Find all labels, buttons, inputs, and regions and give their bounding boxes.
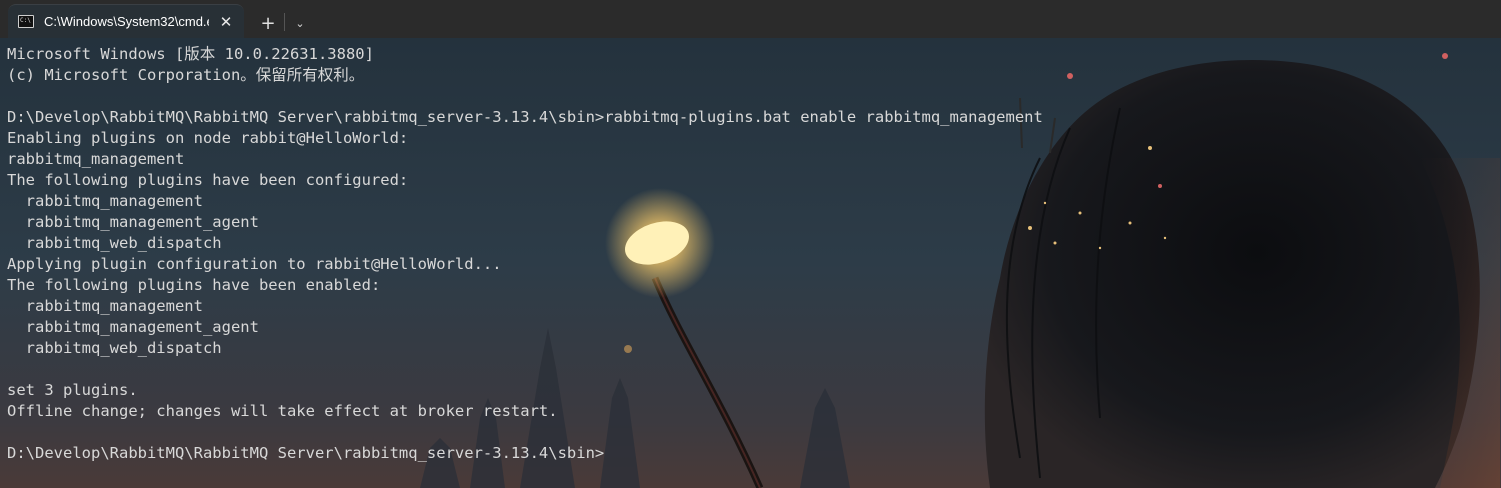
tab-title: C:\Windows\System32\cmd.e xyxy=(44,14,209,29)
terminal-line: The following plugins have been enabled: xyxy=(7,276,381,294)
cmd-icon xyxy=(18,15,34,28)
chevron-down-icon[interactable]: ⌄ xyxy=(289,8,311,38)
terminal-line: Offline change; changes will take effect… xyxy=(7,402,558,420)
terminal-line: set 3 plugins. xyxy=(7,381,138,399)
terminal-line: rabbitmq_web_dispatch xyxy=(7,234,222,252)
terminal-line: (c) Microsoft Corporation。保留所有权利。 xyxy=(7,66,365,84)
new-tab-button[interactable]: + xyxy=(256,8,280,38)
terminal-line: rabbitmq_management xyxy=(7,192,203,210)
terminal-line: Applying plugin configuration to rabbit@… xyxy=(7,255,502,273)
terminal-output[interactable]: Microsoft Windows [版本 10.0.22631.3880] (c… xyxy=(7,44,1043,464)
terminal-line: Microsoft Windows [版本 10.0.22631.3880] xyxy=(7,45,374,63)
terminal-line: rabbitmq_management_agent xyxy=(7,318,259,336)
terminal-line: rabbitmq_management xyxy=(7,297,203,315)
terminal-line: D:\Develop\RabbitMQ\RabbitMQ Server\rabb… xyxy=(7,108,1043,126)
terminal-line: Enabling plugins on node rabbit@HelloWor… xyxy=(7,129,409,147)
tab-divider xyxy=(284,13,285,31)
terminal-line: The following plugins have been configur… xyxy=(7,171,409,189)
terminal-line: rabbitmq_web_dispatch xyxy=(7,339,222,357)
terminal-line: D:\Develop\RabbitMQ\RabbitMQ Server\rabb… xyxy=(7,444,605,462)
terminal-line: rabbitmq_management xyxy=(7,150,185,168)
tab-bar: C:\Windows\System32\cmd.e ✕ + ⌄ xyxy=(0,0,1501,38)
terminal-line: rabbitmq_management_agent xyxy=(7,213,259,231)
close-icon[interactable]: ✕ xyxy=(215,11,237,33)
terminal-window: C:\Windows\System32\cmd.e ✕ + ⌄ xyxy=(0,0,1501,488)
tab-cmd[interactable]: C:\Windows\System32\cmd.e ✕ xyxy=(8,4,244,38)
